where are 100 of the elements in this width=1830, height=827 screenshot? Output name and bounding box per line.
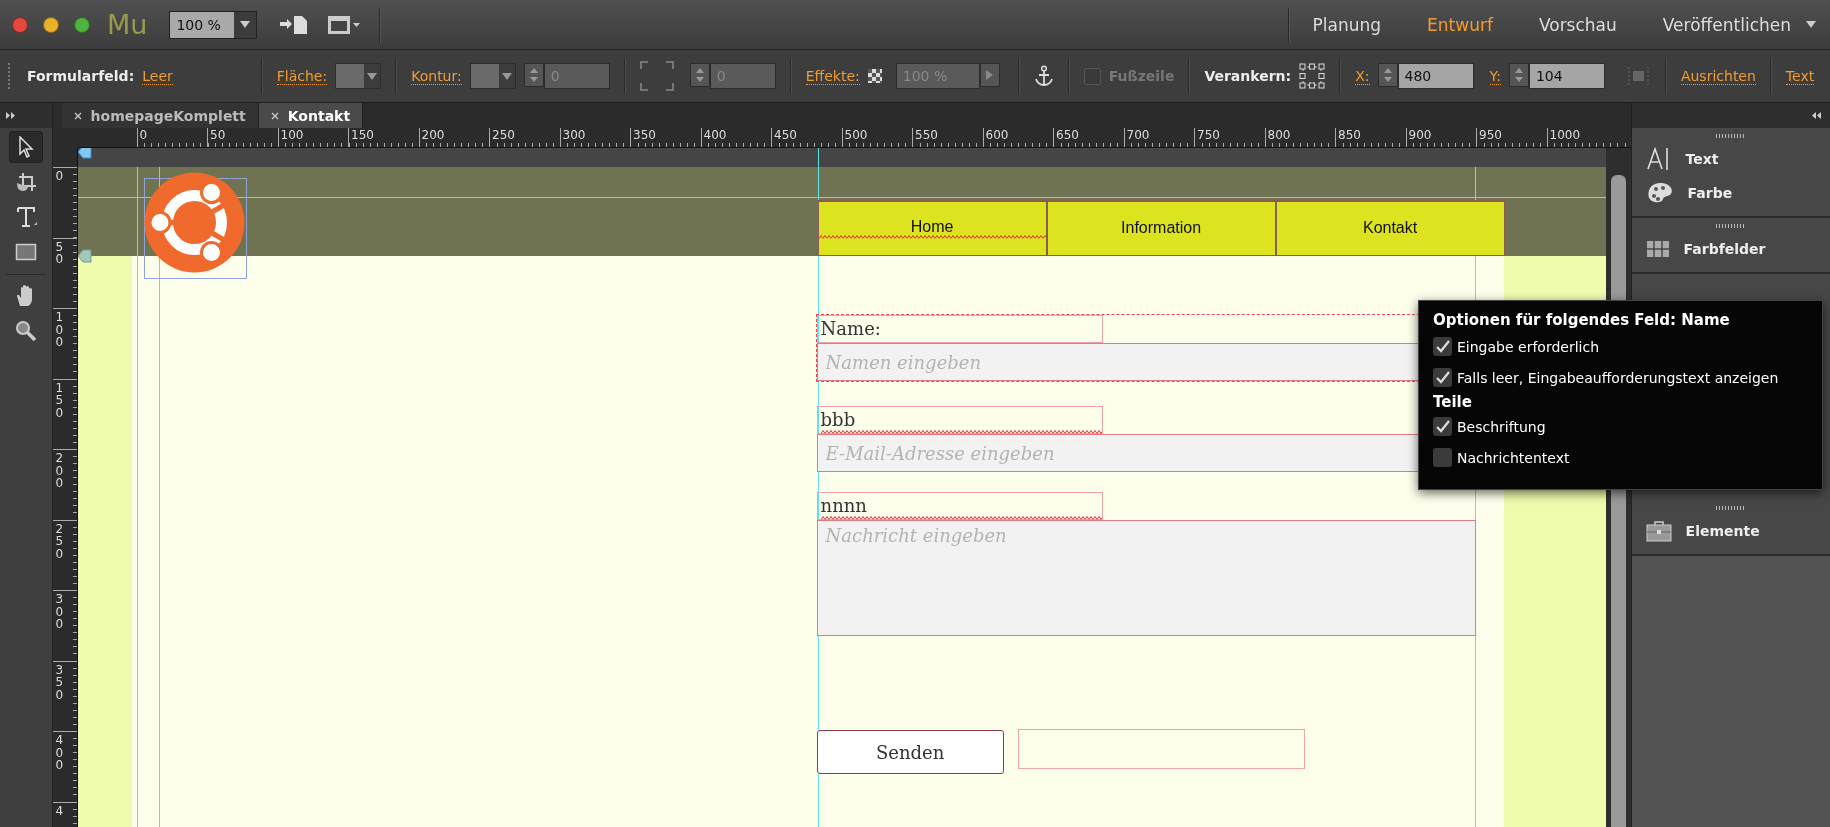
stroke-swatch-dropdown[interactable] [469, 63, 516, 89]
search-icon [14, 320, 37, 342]
popup-title: Optionen für folgendes Feld: Name [1433, 311, 1731, 329]
window-control[interactable] [43, 16, 59, 33]
x-field[interactable]: 480 [1397, 63, 1474, 89]
panel-tab[interactable]: Farbfelder [1631, 232, 1830, 266]
grid-icon [1645, 240, 1670, 258]
footer-checkbox-label: Fußzeile [1108, 68, 1175, 84]
document-tab[interactable]: homepageKomplett [61, 103, 259, 128]
caret-icon [1806, 21, 1816, 28]
input-field[interactable]: E-Mail-Adresse eingeben [816, 434, 1419, 472]
workspace-tab[interactable]: Veröffentlichen [1639, 14, 1814, 35]
ruler-label: 300 [562, 129, 586, 141]
ruler-label: 150 [55, 381, 64, 420]
workspace-tab[interactable]: Vorschau [1515, 14, 1640, 35]
document-tab[interactable]: Kontakt [258, 103, 364, 128]
panel-link[interactable]: Text [1785, 67, 1815, 85]
stepper-button[interactable] [523, 63, 544, 87]
close-icon[interactable] [270, 111, 279, 120]
checkbox-label: Falls leer, Eingabeaufforderungstext anzeigen [1457, 369, 1779, 386]
submit-button[interactable]: Senden [816, 730, 1004, 774]
ruler-label: 4 [55, 804, 64, 818]
object-type-label: Formularfeld: [27, 68, 135, 84]
effects-link[interactable]: Effekte: [805, 67, 860, 85]
checkbox-label: Beschriftung [1457, 418, 1546, 435]
caret-icon [367, 72, 378, 80]
up-down-arrows-icon [694, 67, 705, 83]
stepper-button[interactable] [689, 63, 710, 87]
y-field[interactable]: 104 [1528, 63, 1605, 89]
ruler-label: 100 [280, 129, 304, 141]
expand-icon[interactable] [6, 112, 16, 119]
stepper-button[interactable] [1508, 63, 1529, 87]
ruler-label: 500 [844, 129, 868, 141]
ruler-label: 100 [55, 311, 64, 349]
text-tool-icon [14, 205, 37, 229]
ruler-label: 700 [1126, 129, 1150, 141]
pin-label: Verankern: [1204, 68, 1292, 84]
app-logo: Mu [107, 9, 148, 40]
ruler-label: 750 [1197, 129, 1220, 141]
ruler-label: 250 [492, 129, 515, 141]
message-field[interactable]: Nachricht eingeben [816, 520, 1476, 636]
briefcase-icon [1645, 520, 1672, 542]
collapse-icon[interactable] [1812, 112, 1822, 119]
x-link[interactable]: X: [1355, 67, 1370, 85]
panel-tab[interactable]: Elemente [1631, 514, 1830, 548]
checkbox-label: Nachrichtentext [1457, 449, 1570, 466]
panel-tab[interactable]: Text [1631, 142, 1830, 176]
stepper-button[interactable] [1377, 63, 1398, 87]
rectangle-icon [14, 243, 37, 261]
window-control[interactable] [74, 16, 90, 33]
close-icon[interactable] [73, 111, 82, 120]
stroke-link[interactable]: Kontur: [411, 67, 462, 85]
checkbox[interactable] [1433, 337, 1452, 356]
ruler-label: 350 [633, 129, 656, 141]
up-down-arrows-icon [1382, 67, 1393, 83]
corner-icon [639, 61, 674, 91]
margin-marker-icon[interactable] [77, 249, 92, 263]
ruler-label: 400 [703, 129, 727, 141]
object-type-link[interactable]: Leer [142, 67, 173, 85]
panel-tab[interactable]: Farbe [1631, 176, 1830, 210]
panel-link[interactable]: Ausrichten [1680, 67, 1756, 85]
ruler-label: 50 [210, 129, 226, 141]
ruler-label: 1000 [1549, 129, 1581, 141]
tool-button[interactable] [8, 131, 43, 163]
selection-frame[interactable]: Name: Namen eingeben [816, 315, 1419, 381]
workspace-tab[interactable]: Entwurf [1404, 14, 1516, 35]
ruler-label: 800 [1267, 129, 1291, 141]
input-field[interactable]: Namen eingeben [816, 343, 1419, 381]
checkbox[interactable] [1433, 417, 1452, 436]
caret-icon [240, 21, 251, 28]
up-down-arrows-icon [528, 67, 539, 83]
nav-button[interactable]: Home [817, 200, 1047, 256]
ruler-label: 200 [55, 452, 64, 490]
ruler-label: 150 [351, 129, 374, 141]
ruler-label: 200 [421, 129, 445, 141]
ruler-label: 0 [55, 170, 64, 183]
workspace-tab[interactable]: Planung [1289, 14, 1405, 35]
checkbox-label: Eingabe erforderlich [1457, 338, 1599, 355]
checkerboard-icon [867, 69, 882, 83]
zoom-dropdown[interactable]: 100 % [169, 10, 258, 39]
ruler-label: 600 [985, 129, 1009, 141]
checkbox[interactable] [1433, 448, 1452, 467]
fill-link[interactable]: Fläche: [276, 67, 328, 85]
caret-icon [501, 72, 512, 80]
ruler-label: 450 [774, 129, 797, 141]
ruler-label: 650 [1056, 129, 1079, 141]
y-link[interactable]: Y: [1489, 67, 1501, 85]
section-heading: Teile [1433, 393, 1473, 411]
ruler-label: 400 [55, 734, 64, 772]
nav-button[interactable]: Kontakt [1275, 200, 1505, 256]
view-menu-icon[interactable] [327, 13, 362, 36]
checkbox[interactable] [1433, 368, 1452, 387]
up-down-arrows-icon [1513, 67, 1524, 83]
window-control[interactable] [12, 16, 28, 33]
field-label: Name: [816, 315, 1103, 343]
nav-button[interactable]: Information [1046, 200, 1276, 256]
fill-swatch-dropdown[interactable] [335, 63, 382, 89]
pin-position-icon[interactable] [1299, 63, 1326, 89]
anchor-icon[interactable] [1033, 65, 1054, 87]
place-page-icon[interactable] [279, 13, 310, 36]
